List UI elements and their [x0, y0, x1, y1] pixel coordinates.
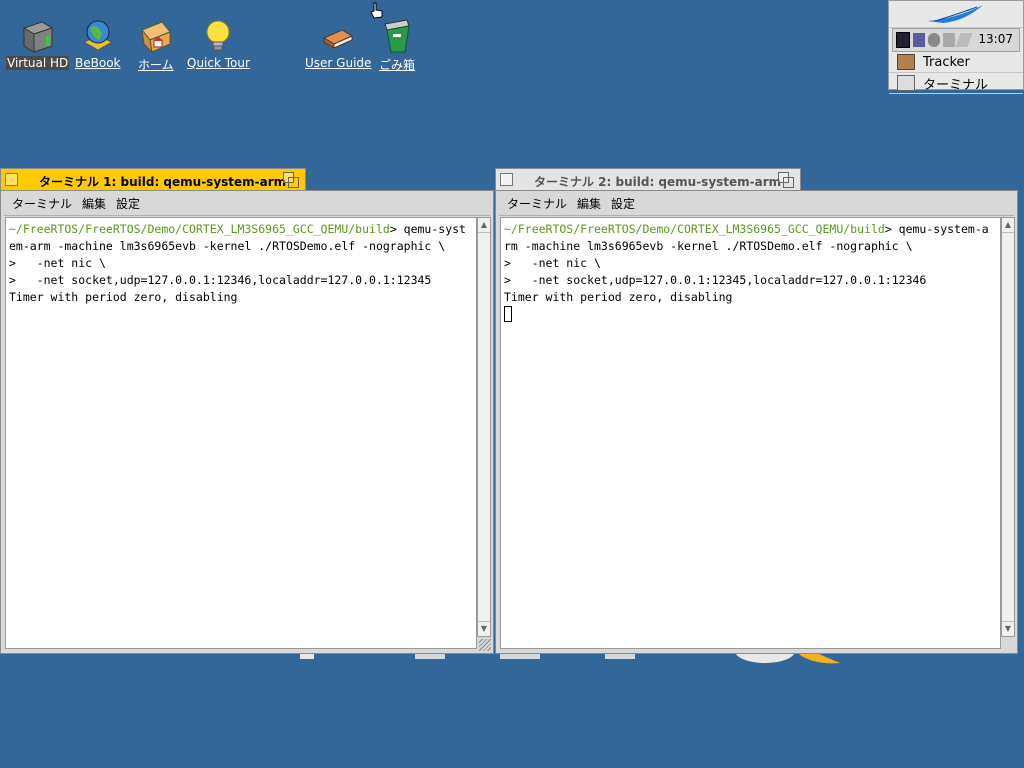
zoom-button[interactable] [778, 172, 794, 188]
prompt-path: ~/FreeRTOS/FreeRTOS/Demo/CORTEX_LM3S6965… [9, 222, 390, 236]
close-button[interactable] [500, 173, 513, 186]
menu-edit[interactable]: 編集 [577, 195, 601, 212]
menubar: ターミナル 編集 設定 [499, 191, 1014, 216]
home-folder-icon [138, 18, 174, 54]
menu-edit[interactable]: 編集 [82, 195, 106, 212]
output-line: rm -machine lm3s6965evb -kernel ./RTOSDe… [504, 239, 913, 253]
terminal-window-1: ターミナル 編集 設定 ~/FreeRTOS/FreeRTOS/Demo/COR… [0, 190, 494, 654]
text-cursor [504, 306, 512, 322]
terminal-output[interactable]: ~/FreeRTOS/FreeRTOS/Demo/CORTEX_LM3S6965… [5, 217, 477, 649]
close-button[interactable] [5, 173, 18, 186]
window-tab-terminal-1[interactable]: ターミナル 1: build: qemu-system-arm [0, 168, 306, 191]
desktop-icon-home[interactable]: ホーム [137, 18, 175, 73]
tracker-icon [897, 54, 915, 70]
desktop-icon-label: BeBook [75, 56, 121, 70]
process-monitor-icon[interactable] [913, 33, 925, 47]
terminal-window-2: ターミナル 編集 設定 ~/FreeRTOS/FreeRTOS/Demo/COR… [495, 190, 1018, 654]
window-tab-terminal-2[interactable]: ターミナル 2: build: qemu-system-arm [495, 168, 801, 191]
output-line: em-arm -machine lm3s6965evb -kernel ./RT… [9, 239, 446, 253]
command-text: > qemu-system-a [884, 222, 989, 236]
output-line: Timer with period zero, disabling [504, 290, 733, 304]
scroll-down-icon[interactable]: ▼ [478, 621, 490, 636]
output-line: > -net nic \ [9, 256, 106, 270]
desktop-icon-user-guide[interactable]: User Guide [304, 18, 372, 70]
output-line: > -net nic \ [504, 256, 601, 270]
window-title: ターミナル 1: build: qemu-system-arm [39, 175, 287, 189]
menu-settings[interactable]: 設定 [611, 195, 635, 212]
haiku-leaf-menu[interactable] [889, 1, 1023, 28]
desktop-icon-trash[interactable]: ごみ箱 [378, 18, 416, 73]
deskbar-item-label: Tracker [923, 54, 970, 70]
output-line: Timer with period zero, disabling [9, 290, 238, 304]
menu-terminal[interactable]: ターミナル [507, 195, 567, 212]
desktop-icon-virtual-hd[interactable]: Virtual HD [6, 18, 70, 70]
vertical-scrollbar[interactable]: ▲ ▼ [1001, 217, 1015, 637]
prompt-path: ~/FreeRTOS/FreeRTOS/Demo/CORTEX_LM3S6965… [504, 222, 885, 236]
window-title: ターミナル 2: build: qemu-system-arm [534, 175, 782, 189]
menu-settings[interactable]: 設定 [116, 195, 140, 212]
deskbar-item-tracker[interactable]: Tracker [889, 52, 1023, 73]
desktop-icon-label: ごみ箱 [379, 58, 416, 72]
zoom-button[interactable] [283, 172, 299, 188]
system-tray: 13:07 [892, 28, 1020, 52]
lightbulb-icon [200, 18, 236, 54]
trash-icon [379, 18, 415, 54]
desktop-icon-label: Quick Tour [187, 56, 250, 70]
leaf-logo-icon [927, 5, 983, 23]
clock[interactable]: 13:07 [978, 32, 1013, 46]
scroll-down-icon[interactable]: ▼ [1002, 621, 1014, 636]
network-icon[interactable] [928, 33, 940, 47]
clipboard-icon[interactable] [955, 33, 973, 47]
resize-handle[interactable] [479, 639, 491, 651]
desktop-icon-bebook[interactable]: BeBook [74, 18, 121, 70]
hard-disk-icon [20, 18, 56, 54]
output-line: > -net socket,udp=127.0.0.1:12346,locala… [9, 273, 432, 287]
deskbar: 13:07 Tracker ターミナル [888, 0, 1024, 94]
deskbar-item-terminal[interactable]: ターミナル [889, 73, 1023, 94]
scroll-up-icon[interactable]: ▲ [1002, 218, 1014, 233]
output-line: > -net socket,udp=127.0.0.1:12345,locala… [504, 273, 927, 287]
book-icon [320, 18, 356, 54]
terminal-output[interactable]: ~/FreeRTOS/FreeRTOS/Demo/CORTEX_LM3S6965… [500, 217, 1001, 649]
hand-cursor-icon [370, 2, 383, 19]
workspaces-icon[interactable] [896, 32, 910, 48]
desktop-icon-label: ホーム [138, 58, 174, 72]
deskbar-item-label: ターミナル [923, 77, 989, 93]
desktop-icon-quick-tour[interactable]: Quick Tour [186, 18, 251, 70]
menu-terminal[interactable]: ターミナル [12, 195, 72, 212]
vertical-scrollbar[interactable]: ▲ ▼ [477, 217, 491, 637]
menubar: ターミナル 編集 設定 [4, 191, 490, 216]
desktop-icon-label: Virtual HD [6, 56, 70, 70]
scroll-up-icon[interactable]: ▲ [478, 218, 490, 233]
bebook-icon [80, 18, 116, 54]
desktop-icon-label: User Guide [305, 56, 372, 70]
audio-icon[interactable] [943, 33, 955, 47]
terminal-icon [897, 75, 915, 91]
command-text: > qemu-syst [389, 222, 466, 236]
